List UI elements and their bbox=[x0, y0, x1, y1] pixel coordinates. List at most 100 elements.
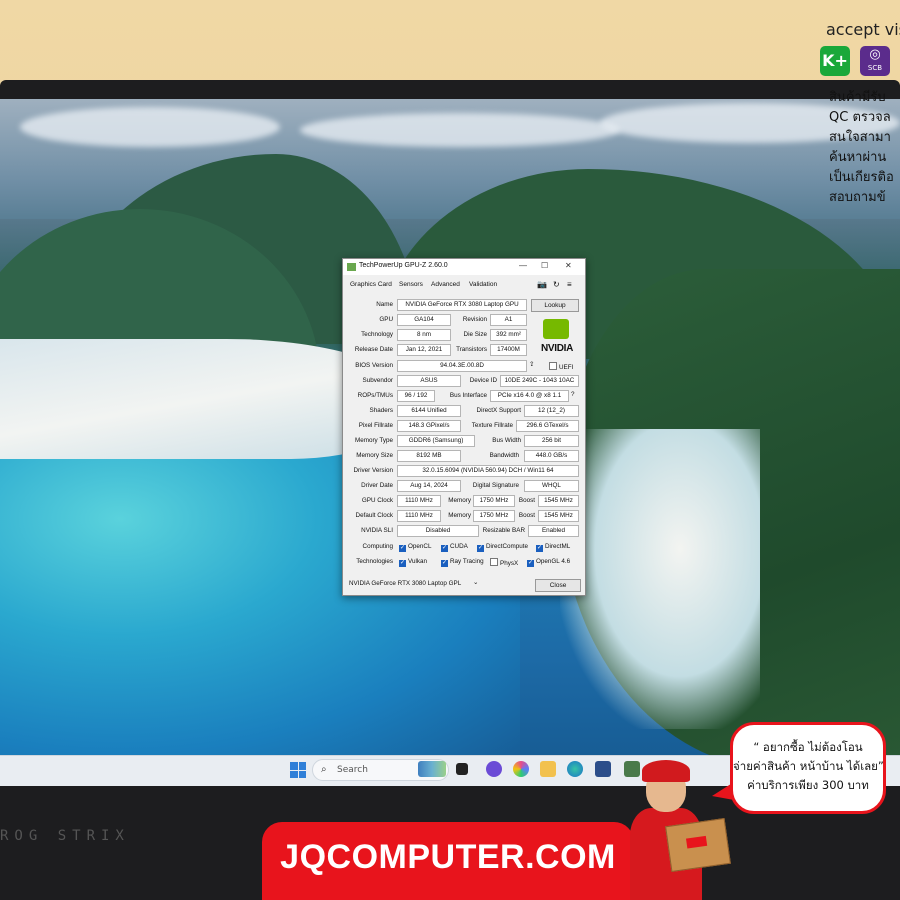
bus-interface-field: PCIe x16 4.0 @ x8 1.1 bbox=[490, 390, 569, 402]
list-item: QC ตรวจล bbox=[829, 108, 900, 128]
share-icon[interactable]: ⇪ bbox=[529, 361, 534, 368]
search-placeholder: Search bbox=[337, 765, 368, 775]
default-clock-label: Default Clock bbox=[355, 512, 393, 519]
nvidia-sli-field: Disabled bbox=[397, 525, 479, 537]
physx-checkbox[interactable]: PhysX bbox=[490, 558, 518, 567]
camera-icon[interactable]: 📷 bbox=[537, 280, 547, 289]
shaders-field: 6144 Unified bbox=[397, 405, 461, 417]
texture-fillrate-field: 296.6 GTexel/s bbox=[516, 420, 579, 432]
bus-width-label: Bus Width bbox=[492, 437, 521, 444]
gpuz-window: TechPowerUp GPU-Z 2.60.0 — ☐ ✕ Graphics … bbox=[342, 258, 586, 596]
uefi-checkbox[interactable]: UEFI bbox=[549, 362, 573, 371]
maximize-icon[interactable]: ☐ bbox=[541, 261, 548, 270]
opengl-checkbox[interactable]: ✓ OpenGL 4.6 bbox=[527, 558, 570, 567]
memory-size-label: Memory Size bbox=[356, 452, 393, 459]
memory-type-field: GDDR6 (Samsung) bbox=[397, 435, 475, 447]
gpu-select-dropdown[interactable]: NVIDIA GeForce RTX 3080 Laptop GPL bbox=[347, 579, 483, 589]
mascot-cap bbox=[642, 760, 690, 782]
bubble-line-1: “ อยากซื้อ ไม่ต้องโอน bbox=[753, 740, 863, 754]
release-date-field: Jan 12, 2021 bbox=[397, 344, 451, 356]
wallpaper-cloud bbox=[20, 107, 280, 147]
copilot-icon[interactable] bbox=[513, 761, 529, 777]
tab-advanced[interactable]: Advanced bbox=[431, 281, 460, 288]
driver-version-field: 32.0.15.6094 (NVIDIA 560.94) DCH / Win11… bbox=[397, 465, 579, 477]
technologies-label: Technologies bbox=[356, 558, 393, 565]
name-field: NVIDIA GeForce RTX 3080 Laptop GPU bbox=[397, 299, 527, 311]
menu-icon[interactable]: ≡ bbox=[567, 280, 572, 289]
nvidia-logo: NVIDIA bbox=[533, 319, 581, 363]
tab-bar: Graphics Card Sensors Advanced Validatio… bbox=[343, 277, 585, 293]
help-icon[interactable]: ? bbox=[571, 391, 575, 398]
list-item: สนใจสามา bbox=[829, 128, 900, 148]
computing-label: Computing bbox=[362, 543, 393, 550]
delivery-mascot bbox=[620, 760, 731, 900]
bubble-line-3: ค่าบริการเพียง 300 บาท bbox=[747, 778, 869, 792]
gpu-clock-boost-label: Boost bbox=[518, 497, 535, 504]
revision-field: A1 bbox=[490, 314, 527, 326]
bandwidth-field: 448.0 GB/s bbox=[524, 450, 579, 462]
edge-browser-icon[interactable] bbox=[567, 761, 583, 777]
transistors-label: Transistors bbox=[456, 346, 487, 353]
transistors-field: 17400M bbox=[490, 344, 527, 356]
tab-sensors[interactable]: Sensors bbox=[399, 281, 423, 288]
nvidia-eye-icon bbox=[543, 319, 569, 339]
gpu-field: GA104 bbox=[397, 314, 451, 326]
device-id-label: Device ID bbox=[469, 377, 497, 384]
directml-checkbox[interactable]: ✓ DirectML bbox=[536, 543, 570, 552]
nvidia-sli-label: NVIDIA SLI bbox=[361, 527, 393, 534]
technology-label: Technology bbox=[361, 331, 393, 338]
device-id-field: 10DE 249C - 1043 10AC bbox=[500, 375, 579, 387]
store-icon[interactable] bbox=[595, 761, 611, 777]
digital-signature-field: WHQL bbox=[524, 480, 579, 492]
release-date-label: Release Date bbox=[354, 346, 393, 353]
site-banner-text: JQCOMPUTER.COM bbox=[280, 838, 616, 876]
directx-field: 12 (12_2) bbox=[524, 405, 579, 417]
task-view-icon[interactable] bbox=[456, 763, 468, 775]
lookup-button[interactable]: Lookup bbox=[531, 299, 579, 312]
tab-graphics-card[interactable]: Graphics Card bbox=[350, 281, 392, 288]
vulkan-checkbox[interactable]: ✓ Vulkan bbox=[399, 558, 427, 567]
memory-size-field: 8192 MB bbox=[397, 450, 461, 462]
parcel-box-icon bbox=[665, 818, 731, 872]
wallpaper-cloud bbox=[300, 113, 620, 147]
gpuz-logo-icon bbox=[347, 263, 356, 271]
opencl-checkbox[interactable]: ✓ OpenCL bbox=[399, 543, 431, 552]
speech-bubble: “ อยากซื้อ ไม่ต้องโอน จ่ายค่าสินค้า หน้า… bbox=[730, 722, 886, 814]
tab-validation[interactable]: Validation bbox=[469, 281, 497, 288]
gpu-clock-memory-label: Memory bbox=[448, 497, 471, 504]
widgets-icon[interactable] bbox=[418, 761, 446, 777]
windows-start-icon[interactable] bbox=[290, 762, 306, 778]
list-item: สินค้ามีรับ bbox=[829, 88, 900, 108]
subvendor-field: ASUS bbox=[397, 375, 461, 387]
file-explorer-icon[interactable] bbox=[540, 761, 556, 777]
list-item: สอบถามข้ bbox=[829, 188, 900, 208]
window-title: TechPowerUp GPU-Z 2.60.0 bbox=[359, 262, 448, 269]
memory-type-label: Memory Type bbox=[354, 437, 393, 444]
refresh-icon[interactable]: ↻ bbox=[553, 280, 560, 289]
name-label: Name bbox=[376, 301, 393, 308]
minimize-icon[interactable]: — bbox=[519, 261, 527, 270]
pixel-fillrate-label: Pixel Fillrate bbox=[358, 422, 393, 429]
scb-icon: ◎ SCB bbox=[860, 46, 890, 76]
chevron-down-icon[interactable]: ⌄ bbox=[473, 579, 478, 586]
kplus-icon: K+ bbox=[820, 46, 850, 76]
bios-version-field: 94.04.3E.00.8D bbox=[397, 360, 527, 372]
rops-field: 96 / 192 bbox=[397, 390, 435, 402]
rops-label: ROPs/TMUs bbox=[357, 392, 393, 399]
gpu-clock-boost-field: 1545 MHz bbox=[538, 495, 579, 507]
directcompute-checkbox[interactable]: ✓ DirectCompute bbox=[477, 543, 528, 552]
graphics-card-panel: Name NVIDIA GeForce RTX 3080 Laptop GPU … bbox=[347, 295, 581, 585]
resizable-bar-label: Resizable BAR bbox=[482, 527, 525, 534]
cuda-checkbox[interactable]: ✓ CUDA bbox=[441, 543, 468, 552]
ray-tracing-checkbox[interactable]: ✓ Ray Tracing bbox=[441, 558, 484, 567]
close-button[interactable]: Close bbox=[535, 579, 581, 592]
die-size-field: 392 mm² bbox=[490, 329, 527, 341]
revision-label: Revision bbox=[462, 316, 487, 323]
wallpaper-sandbar bbox=[560, 429, 760, 729]
close-icon[interactable]: ✕ bbox=[565, 261, 572, 270]
bus-width-field: 256 bit bbox=[524, 435, 579, 447]
gpu-label: GPU bbox=[379, 316, 393, 323]
bubble-line-2: จ่ายค่าสินค้า หน้าบ้าน ได้เลย” bbox=[733, 759, 884, 773]
driver-date-label: Driver Date bbox=[361, 482, 393, 489]
chat-icon[interactable] bbox=[486, 761, 502, 777]
